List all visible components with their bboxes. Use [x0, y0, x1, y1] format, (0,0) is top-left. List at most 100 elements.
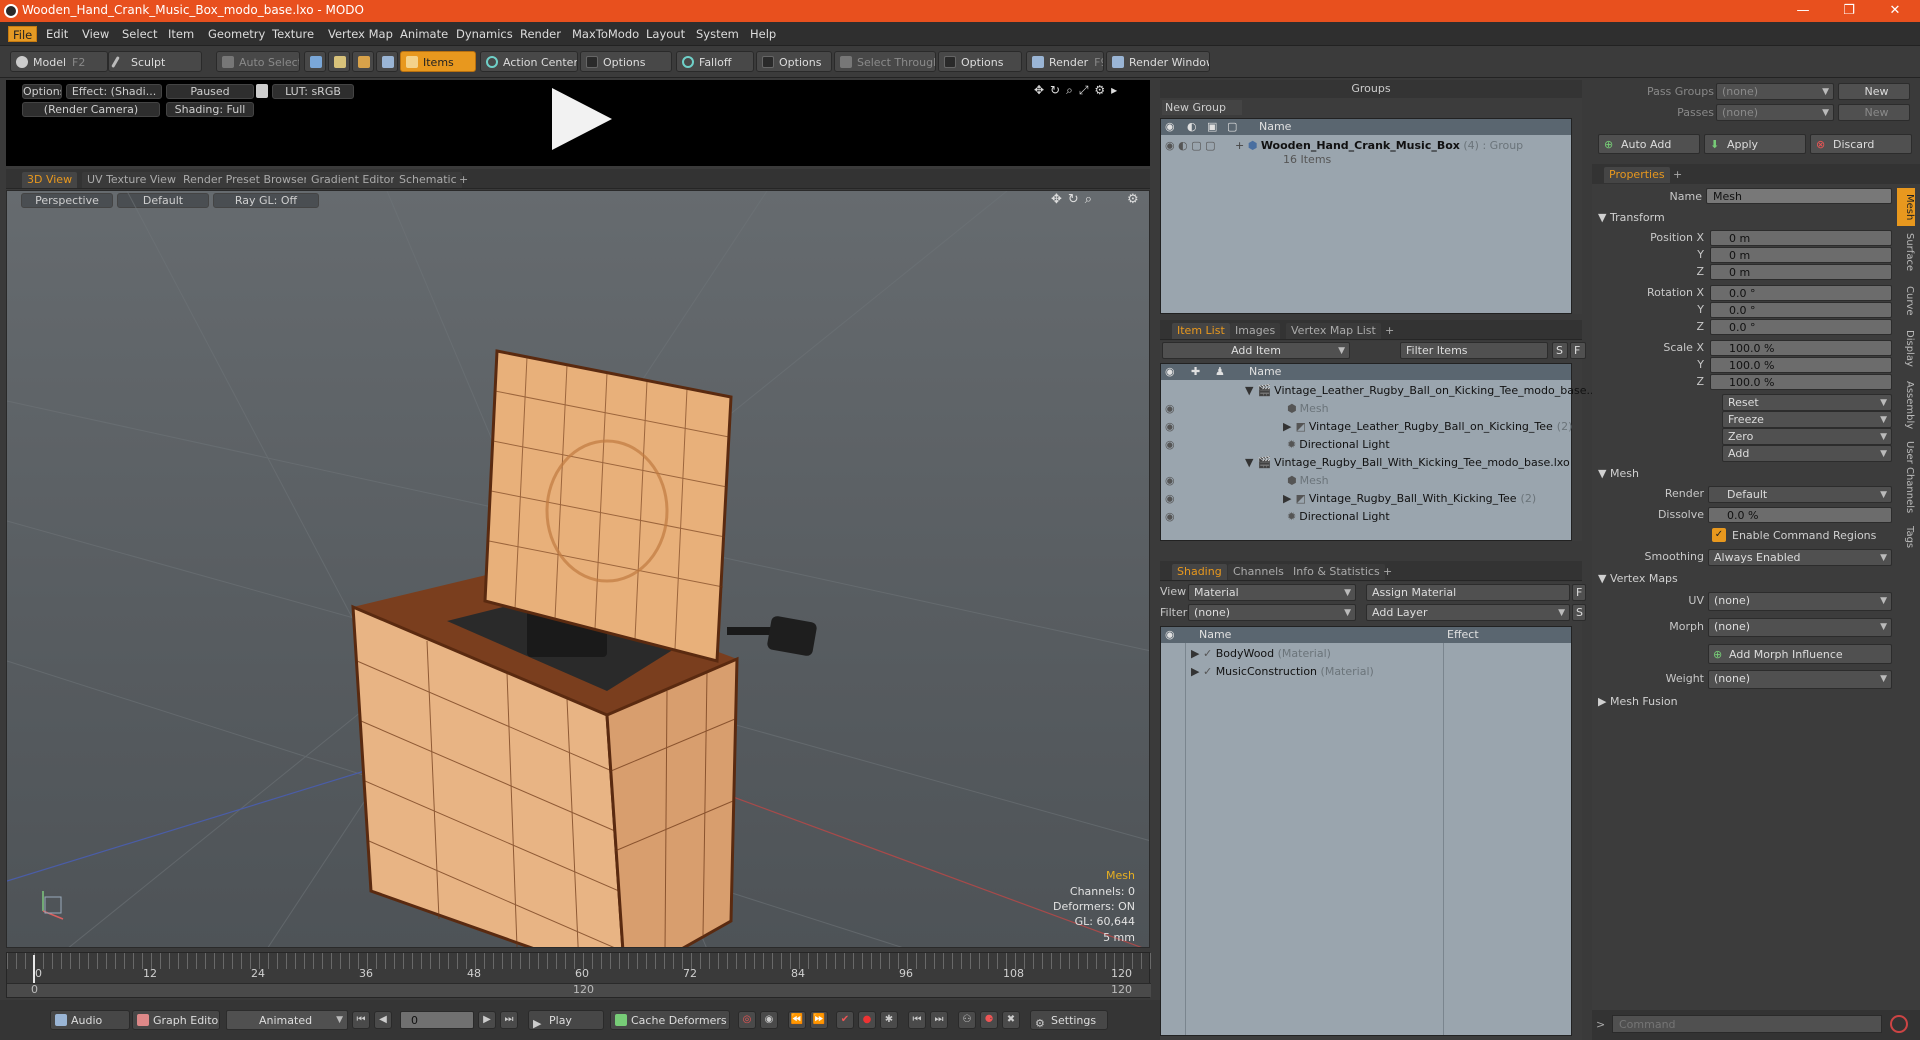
auto-key-icon[interactable]: ◉ [760, 1011, 778, 1029]
eye-icon[interactable]: ◉ [1165, 436, 1175, 454]
menu-animate[interactable]: Animate [396, 26, 452, 42]
zero-dropdown[interactable]: Zero ▼ [1722, 428, 1892, 445]
go-to-end-icon[interactable]: ⏭ [500, 1011, 518, 1029]
preview-camera-dropdown[interactable]: (Render Camera) [22, 102, 160, 117]
tab-properties[interactable]: Properties [1604, 167, 1670, 183]
eye-icon[interactable]: ◉ [1165, 418, 1175, 436]
render-window-button[interactable]: Render Window [1106, 51, 1210, 72]
scale-y-field[interactable]: 100.0 % [1710, 357, 1892, 373]
select-through-button[interactable]: Select Through [834, 51, 936, 72]
menu-select[interactable]: Select [118, 26, 161, 42]
position-y-field[interactable]: 0 m [1710, 247, 1892, 263]
menu-vertex-map[interactable]: Vertex Map [324, 26, 397, 42]
item-list-row[interactable]: ◉ ✹ Directional Light [1165, 508, 1390, 526]
items-mode-button[interactable]: Items [400, 51, 476, 72]
graph-editor-button[interactable]: Graph Editor [132, 1010, 220, 1030]
material-row-musicconstruction[interactable]: ▶ ✓ MusicConstruction (Material) [1191, 663, 1374, 681]
tab-schematic[interactable]: Schematic [394, 172, 462, 188]
auto-select-button[interactable]: Auto Select [216, 51, 300, 72]
new-group-button[interactable]: New Group [1162, 100, 1242, 115]
add-layer-dropdown[interactable]: Add Layer ▼ [1366, 604, 1570, 621]
next-key-icon[interactable]: ⏩ [810, 1011, 828, 1029]
tab-info-statistics[interactable]: Info & Statistics [1288, 564, 1385, 580]
menu-view[interactable]: View [78, 26, 113, 42]
position-x-field[interactable]: 0 m [1710, 230, 1892, 246]
key-filter-icon[interactable]: ✱ [880, 1011, 898, 1029]
step-back-icon[interactable]: ◀ [374, 1011, 392, 1029]
channel-key-icon[interactable]: ⚈ [980, 1011, 998, 1029]
restore-button[interactable]: ❐ [1826, 0, 1872, 22]
expand-arrow-icon[interactable]: ▼ [1245, 384, 1253, 397]
render-dropdown[interactable]: Default ▼ [1708, 486, 1892, 503]
new-pass-group-button[interactable]: New [1838, 83, 1910, 100]
uv-dropdown[interactable]: (none) ▼ [1708, 592, 1892, 611]
side-tab-user-channels[interactable]: User Channels [1897, 440, 1915, 514]
step-forward-icon[interactable]: ▶ [478, 1011, 496, 1029]
tab-uv-texture-view[interactable]: UV Texture View [82, 172, 181, 188]
filter-items-field[interactable]: Filter Items [1400, 342, 1548, 359]
add-morph-influence-button[interactable]: ⊕ Add Morph Influence [1708, 644, 1892, 664]
material-row-bodywood[interactable]: ▶ ✓ BodyWood (Material) [1191, 645, 1331, 663]
side-tab-tags[interactable]: Tags [1897, 522, 1915, 552]
dissolve-field[interactable]: 0.0 % [1708, 507, 1892, 523]
command-history-icon[interactable] [1890, 1015, 1908, 1033]
falloff-button[interactable]: Falloff [676, 51, 754, 72]
render-preview[interactable]: Options Effect: (Shadi... Paused LUT: sR… [6, 80, 1150, 166]
enable-command-regions-checkbox[interactable]: ✓ [1712, 528, 1726, 542]
transform-section-header[interactable]: ▼ Transform [1598, 210, 1665, 226]
preview-view-controls-icon[interactable]: ✥↻⌕⤢⚙▸ [1034, 83, 1123, 98]
search-s-icon[interactable]: S [1572, 604, 1586, 621]
prev-key-icon[interactable]: ⏪ [788, 1011, 806, 1029]
item-list-row[interactable]: ◉ ⬢ Mesh [1165, 400, 1329, 418]
material-check-icon[interactable]: ✓ [1203, 647, 1212, 660]
morph-dropdown[interactable]: (none) ▼ [1708, 618, 1892, 637]
record-icon[interactable]: ● [858, 1011, 876, 1029]
menu-file[interactable]: File [8, 26, 38, 42]
item-list-row[interactable]: ▼ 🎬 Vintage_Rugby_Ball_With_Kicking_Tee_mo… [1245, 454, 1570, 472]
eye-icon[interactable]: ◉ [1165, 472, 1175, 490]
tab-shading[interactable]: Shading [1172, 564, 1227, 580]
groups-list[interactable]: ◉ ◐ ▣ ▢ Name ◉ ◐ ▢ ▢ + ⬢ Wooden_Hand_Cra… [1160, 118, 1572, 314]
tab-item-list[interactable]: Item List [1172, 323, 1230, 339]
preview-paused-button[interactable]: Paused [166, 84, 254, 99]
side-tab-assembly[interactable]: Assembly [1897, 378, 1915, 432]
menu-help[interactable]: Help [746, 26, 780, 42]
menu-geometry[interactable]: Geometry [204, 26, 269, 42]
model-button[interactable]: Model F2 [10, 51, 108, 72]
scale-z-field[interactable]: 100.0 % [1710, 374, 1892, 390]
menu-item[interactable]: Item [164, 26, 198, 42]
pass-groups-dropdown[interactable]: (none) ▼ [1716, 83, 1834, 100]
menu-render[interactable]: Render [516, 26, 565, 42]
menu-edit[interactable]: Edit [42, 26, 72, 42]
channel-remove-icon[interactable]: ✖ [1002, 1011, 1020, 1029]
tab-render-preset-browser[interactable]: Render Preset Browser [178, 172, 314, 188]
select-options-button[interactable]: Options [938, 51, 1022, 72]
expand-arrow-icon[interactable]: ▶ [1283, 420, 1291, 433]
apply-button[interactable]: ⬇ Apply [1704, 134, 1806, 154]
edges-mode-button[interactable] [328, 51, 350, 72]
action-center-options-button[interactable]: Options [580, 51, 672, 72]
tab-gradient-editor[interactable]: Gradient Editor [306, 172, 400, 188]
rotation-y-field[interactable]: 0.0 ° [1710, 302, 1892, 318]
play-icon[interactable] [546, 84, 616, 154]
timeline[interactable]: 0 12 24 36 48 60 72 84 96 108 120 0 120 … [6, 952, 1151, 998]
filter-f-icon[interactable]: F [1570, 342, 1586, 359]
shader-tree[interactable]: ◉ Name Effect ▶ ✓ BodyWood (Material) ▶ … [1160, 626, 1572, 1036]
item-list[interactable]: ◉ ✚ ♟ Name ▼ 🎬 Vintage_Leather_Rugby_Ball_… [1160, 363, 1600, 541]
cache-deformers-button[interactable]: Cache Deformers [610, 1010, 730, 1030]
tab-images[interactable]: Images [1230, 323, 1281, 339]
side-tab-display[interactable]: Display [1897, 326, 1915, 370]
item-list-row[interactable]: ◉ ▶ ◩ Vintage_Rugby_Ball_With_Kicking_Tee (2… [1165, 490, 1536, 508]
render-button[interactable]: RenderF9 [1026, 51, 1104, 72]
eye-icon[interactable]: ◉ [1165, 400, 1175, 418]
menu-maxtomodo[interactable]: MaxToModo [568, 26, 643, 42]
eye-icon[interactable]: ◉ [1165, 508, 1175, 526]
expand-arrow-icon[interactable]: ▼ [1245, 456, 1253, 469]
set-key-icon[interactable]: ✔ [836, 1011, 854, 1029]
item-list-row[interactable]: ◉ ⬢ Mesh [1165, 472, 1329, 490]
material-check-icon[interactable]: ✓ [1203, 665, 1212, 678]
settings-button[interactable]: ⚙ Settings [1030, 1010, 1108, 1030]
rotation-z-field[interactable]: 0.0 ° [1710, 319, 1892, 335]
current-frame-field[interactable]: 0 [400, 1011, 474, 1029]
audio-button[interactable]: Audio [50, 1010, 130, 1030]
